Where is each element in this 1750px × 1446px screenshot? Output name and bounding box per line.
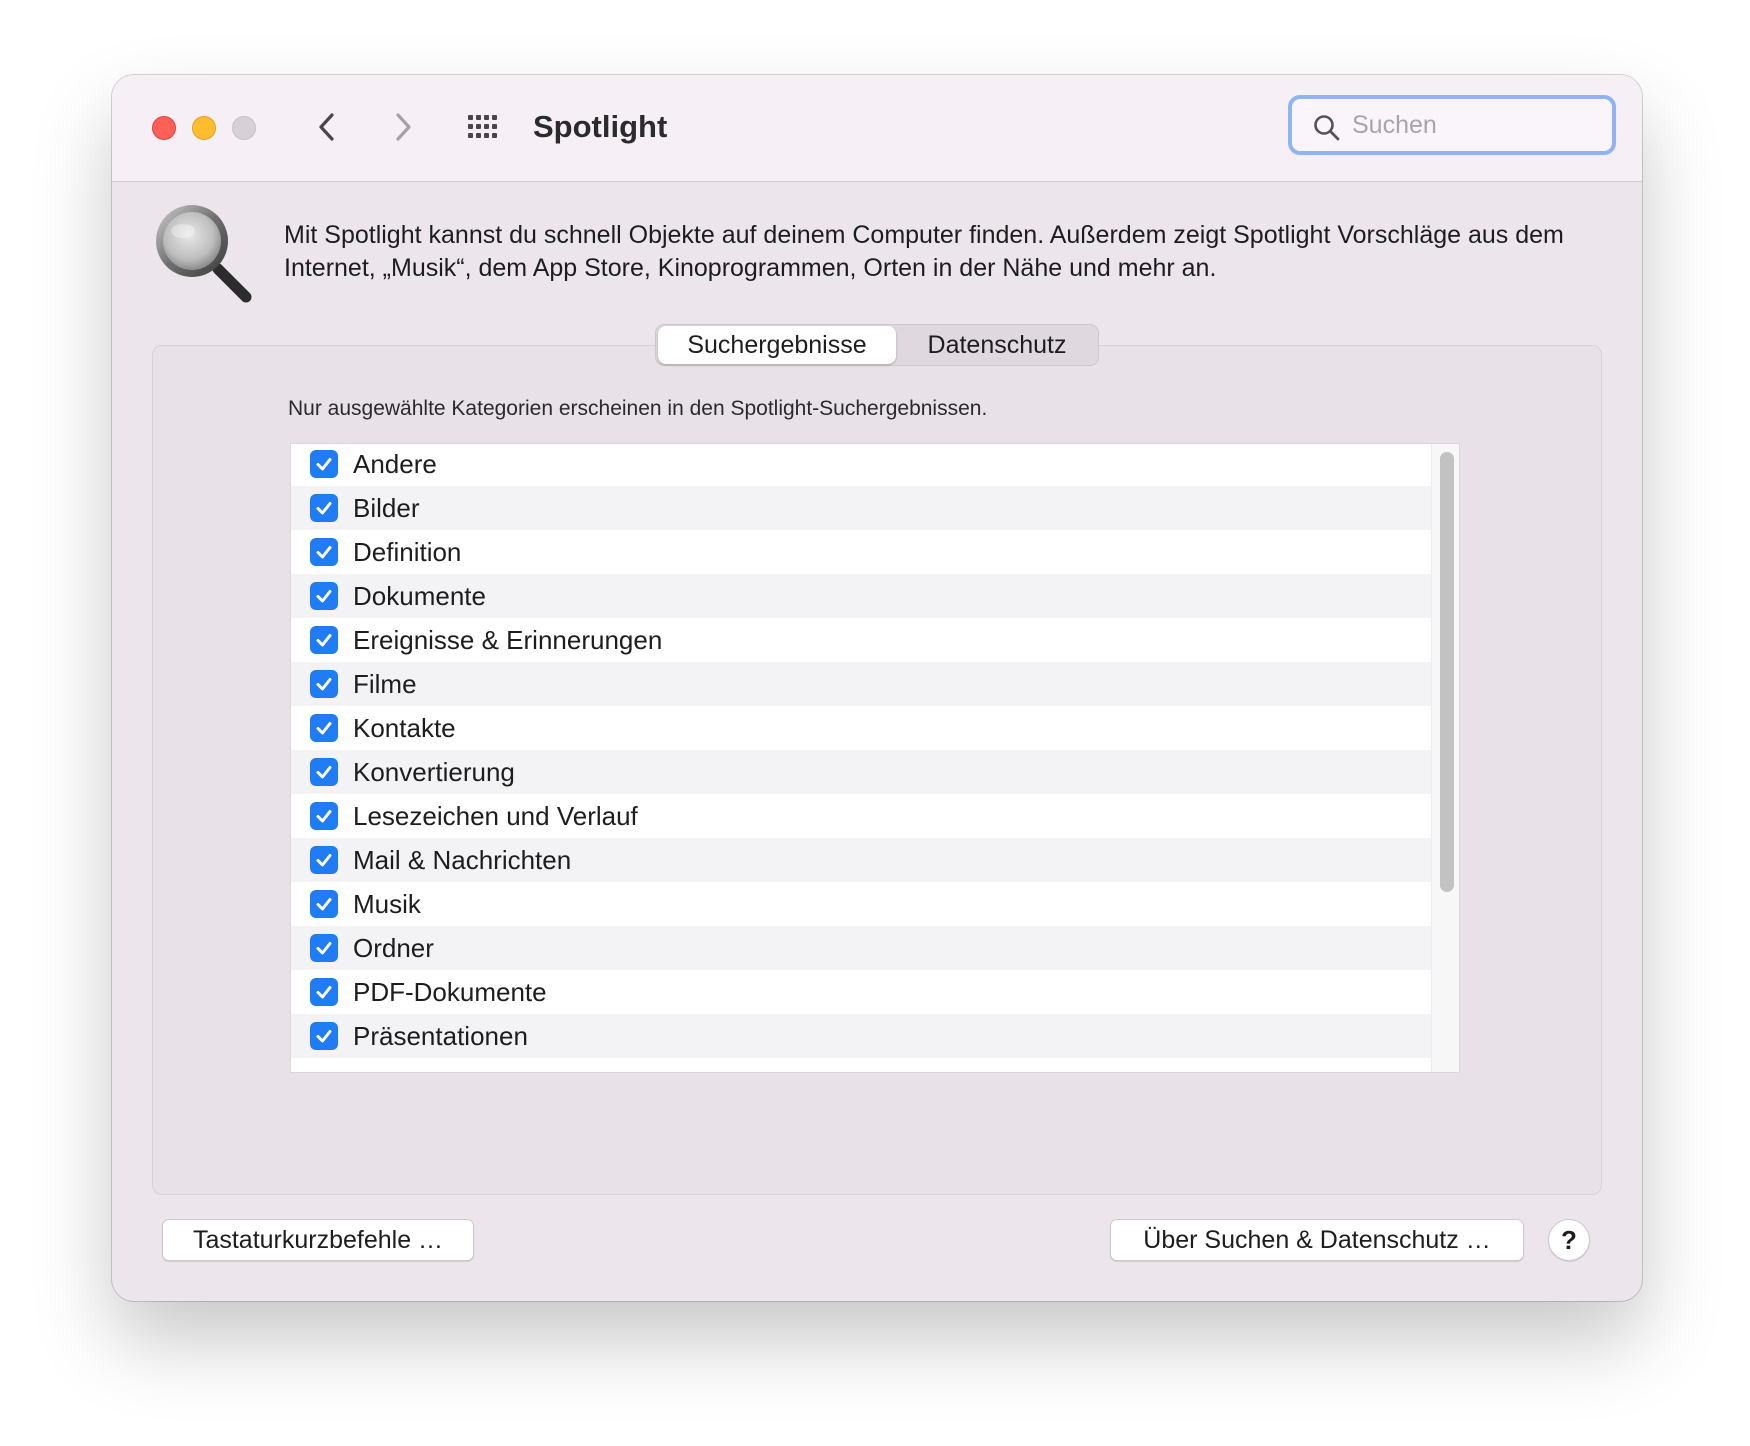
pane-description: Mit Spotlight kannst du schnell Objekte … (284, 221, 1564, 282)
checkmark-icon (316, 634, 332, 647)
spotlight-magnifier-icon (156, 205, 252, 303)
category-checkbox[interactable] (310, 758, 338, 786)
forward-button[interactable] (380, 105, 424, 149)
categories-hint: Nur ausgewählte Kategorien erscheinen in… (288, 397, 988, 420)
category-list[interactable]: Präsentationen PDF-Dokumente Ordner Musik Ma… (290, 443, 1460, 1073)
category-checkbox[interactable] (310, 538, 338, 566)
checkmark-icon (316, 502, 332, 515)
category-label: Bilder (353, 493, 420, 523)
category-checkbox[interactable] (310, 890, 338, 918)
checkmark-icon (316, 854, 332, 867)
tab-bar: Suchergebnisse Datenschutz (655, 324, 1099, 366)
show-all-button[interactable] (462, 105, 506, 149)
category-label: Ordner (353, 933, 434, 963)
category-checkbox[interactable] (310, 846, 338, 874)
back-button[interactable] (306, 105, 350, 149)
checkmark-icon (316, 546, 332, 559)
system-preferences-window: Spotlight Mit Spotlight k (112, 75, 1642, 1301)
search-input[interactable] (1352, 107, 1602, 143)
keyboard-shortcuts-button[interactable]: Tastaturkurzbefehle … (162, 1219, 474, 1261)
checkmark-icon (316, 986, 332, 999)
grid-icon (468, 115, 497, 138)
category-checkbox[interactable] (310, 494, 338, 522)
close-button[interactable] (152, 116, 176, 140)
category-row[interactable]: Bilder (291, 486, 1431, 530)
category-row[interactable]: Lesezeichen und Verlauf (291, 794, 1431, 838)
category-label: Filme (353, 669, 417, 699)
checkmark-icon (316, 766, 332, 779)
checkmark-icon (316, 590, 332, 603)
search-field[interactable] (1288, 95, 1616, 155)
category-label: Mail & Nachrichten (353, 845, 572, 875)
category-checkbox[interactable] (310, 670, 338, 698)
category-checkbox[interactable] (310, 626, 338, 654)
category-label: Definition (353, 537, 462, 567)
category-row[interactable]: Ereignisse & Erinnerungen (291, 618, 1431, 662)
titlebar: Spotlight (112, 75, 1642, 182)
checkmark-icon (316, 898, 332, 911)
checkmark-icon (316, 722, 332, 735)
chevron-right-icon (396, 113, 411, 141)
help-button[interactable]: ? (1548, 1219, 1590, 1261)
checkmark-icon (316, 810, 332, 823)
category-label: Lesezeichen und Verlauf (353, 801, 638, 831)
category-row[interactable]: Filme (291, 662, 1431, 706)
category-checkbox[interactable] (310, 582, 338, 610)
chevron-left-icon (319, 113, 334, 141)
search-icon (1314, 115, 1340, 141)
window-title: Spotlight (533, 109, 668, 144)
category-label: Musik (353, 889, 421, 919)
tab-search-results[interactable]: Suchergebnisse (658, 326, 896, 364)
category-label: PDF-Dokumente (353, 977, 547, 1007)
category-row[interactable]: Andere (291, 444, 1431, 486)
category-row[interactable]: Kontakte (291, 706, 1431, 750)
category-checkbox[interactable] (310, 450, 338, 478)
category-row[interactable]: Definition (291, 530, 1431, 574)
category-checkbox[interactable] (310, 1022, 338, 1050)
category-row[interactable]: Mail & Nachrichten (291, 838, 1431, 882)
category-row[interactable]: Präsentationen (291, 1014, 1431, 1058)
category-row[interactable]: Musik (291, 882, 1431, 926)
category-label: Ereignisse & Erinnerungen (353, 625, 663, 655)
category-label: Kontakte (353, 713, 456, 743)
checkmark-icon (316, 678, 332, 691)
checkmark-icon (316, 458, 332, 471)
category-checkbox[interactable] (310, 934, 338, 962)
checkmark-icon (316, 942, 332, 955)
tab-privacy[interactable]: Datenschutz (898, 326, 1096, 364)
category-checkbox[interactable] (310, 802, 338, 830)
category-row[interactable]: Ordner (291, 926, 1431, 970)
category-label: Andere (353, 449, 437, 479)
category-row[interactable]: Konvertierung (291, 750, 1431, 794)
category-checkbox[interactable] (310, 714, 338, 742)
category-row[interactable]: PDF-Dokumente (291, 970, 1431, 1014)
zoom-button (232, 116, 256, 140)
scrollbar[interactable] (1431, 444, 1459, 1072)
category-label: Konvertierung (353, 757, 515, 787)
checkmark-icon (316, 1030, 332, 1043)
category-label: Dokumente (353, 581, 486, 611)
category-row[interactable]: Dokumente (291, 574, 1431, 618)
minimize-button[interactable] (192, 116, 216, 140)
category-checkbox[interactable] (310, 978, 338, 1006)
about-search-privacy-button[interactable]: Über Suchen & Datenschutz … (1110, 1219, 1524, 1261)
scrollbar-thumb[interactable] (1440, 452, 1454, 892)
category-label: Präsentationen (353, 1021, 528, 1051)
